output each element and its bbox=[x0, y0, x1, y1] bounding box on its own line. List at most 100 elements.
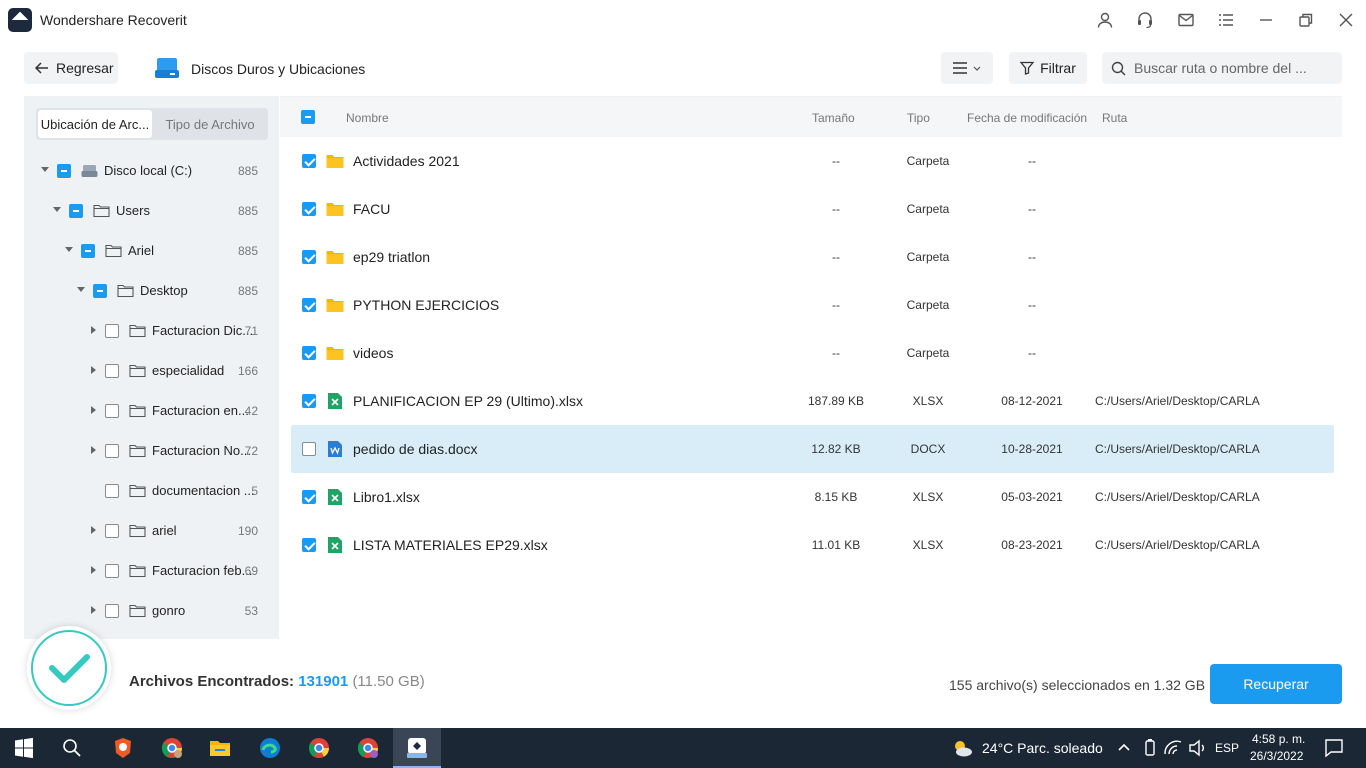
column-header-date[interactable]: Fecha de modificación bbox=[967, 111, 1087, 125]
folder-icon bbox=[326, 155, 344, 168]
tab-file-type[interactable]: Tipo de Archivo bbox=[154, 110, 266, 138]
row-checkbox[interactable] bbox=[302, 154, 316, 168]
tree-item-checkbox[interactable] bbox=[57, 164, 71, 178]
select-all-checkbox[interactable] bbox=[301, 110, 315, 124]
table-row[interactable]: PYTHON EJERCICIOS -- Carpeta -- bbox=[291, 281, 1334, 329]
tree-item-checkbox[interactable] bbox=[81, 244, 95, 258]
table-row[interactable]: PLANIFICACION EP 29 (Ultimo).xlsx 187.89 … bbox=[291, 377, 1334, 425]
chevron-up-icon[interactable] bbox=[1112, 736, 1136, 760]
row-checkbox[interactable] bbox=[302, 394, 316, 408]
tree-item[interactable]: Disco local (C:) 885 bbox=[24, 151, 279, 191]
chrome-profile-2-icon[interactable] bbox=[356, 736, 380, 760]
tree-item-checkbox[interactable] bbox=[93, 284, 107, 298]
chevron-right-icon[interactable] bbox=[91, 606, 96, 614]
view-menu-button[interactable] bbox=[941, 52, 993, 84]
tree-item[interactable]: Users 885 bbox=[24, 191, 279, 231]
search-icon[interactable] bbox=[60, 736, 84, 760]
tree-item-checkbox[interactable] bbox=[105, 524, 119, 538]
chevron-right-icon[interactable] bbox=[91, 526, 96, 534]
tree-item-checkbox[interactable] bbox=[105, 324, 119, 338]
tree-item[interactable]: Ariel 885 bbox=[24, 231, 279, 271]
tree-item[interactable]: ariel 190 bbox=[24, 511, 279, 551]
column-header-path[interactable]: Ruta bbox=[1102, 111, 1127, 125]
tree-item-checkbox[interactable] bbox=[105, 444, 119, 458]
back-button[interactable]: Regresar bbox=[24, 52, 118, 84]
file-explorer-icon[interactable] bbox=[208, 736, 232, 760]
folder-icon bbox=[129, 404, 146, 418]
minimize-icon[interactable] bbox=[1254, 8, 1278, 32]
restore-icon[interactable] bbox=[1294, 8, 1318, 32]
notification-icon[interactable] bbox=[1322, 736, 1346, 760]
chevron-right-icon[interactable] bbox=[91, 446, 96, 454]
tree-item-label: Facturacion Dic... bbox=[152, 323, 254, 338]
table-row[interactable]: Actividades 2021 -- Carpeta -- bbox=[291, 137, 1334, 185]
chrome-profile-icon[interactable] bbox=[160, 736, 184, 760]
row-checkbox[interactable] bbox=[302, 298, 316, 312]
filter-button[interactable]: Filtrar bbox=[1009, 52, 1087, 84]
column-header-size[interactable]: Tamaño bbox=[812, 111, 855, 125]
tree-item-checkbox[interactable] bbox=[105, 364, 119, 378]
tree-item[interactable]: documentacion ... 5 bbox=[24, 471, 279, 511]
chevron-right-icon[interactable] bbox=[91, 566, 96, 574]
menu-list-icon[interactable] bbox=[1214, 8, 1238, 32]
chrome-browser-icon[interactable] bbox=[307, 736, 331, 760]
column-header-name[interactable]: Nombre bbox=[346, 111, 389, 125]
folder-icon bbox=[105, 244, 122, 258]
search-input[interactable] bbox=[1134, 58, 1334, 78]
chevron-down-icon[interactable] bbox=[77, 287, 85, 292]
chevron-right-icon[interactable] bbox=[91, 406, 96, 414]
tree-item[interactable]: especialidad 166 bbox=[24, 351, 279, 391]
clock-time[interactable]: 4:58 p. m. bbox=[1252, 732, 1305, 746]
table-row[interactable]: Libro1.xlsx 8.15 KB XLSX 05-03-2021 C:/Users… bbox=[291, 473, 1334, 521]
weather-partly-sunny-icon[interactable] bbox=[950, 736, 974, 760]
tree-item[interactable]: gonro 53 bbox=[24, 591, 279, 631]
tree-item[interactable]: Facturacion Dic... 71 bbox=[24, 311, 279, 351]
chevron-down-icon[interactable] bbox=[41, 167, 49, 172]
table-row[interactable]: pedido de dias.docx 12.82 KB DOCX 10-28-202… bbox=[291, 425, 1334, 473]
table-row[interactable]: FACU -- Carpeta -- bbox=[291, 185, 1334, 233]
file-date: -- bbox=[1028, 154, 1036, 168]
chevron-down-icon[interactable] bbox=[65, 247, 73, 252]
column-header-type[interactable]: Tipo bbox=[907, 111, 930, 125]
row-checkbox[interactable] bbox=[302, 202, 316, 216]
taskbar-recoverit-active[interactable] bbox=[393, 728, 441, 768]
file-name: Libro1.xlsx bbox=[353, 489, 420, 505]
support-headset-icon[interactable] bbox=[1133, 8, 1157, 32]
table-row[interactable]: LISTA MATERIALES EP29.xlsx 11.01 KB XLSX 08… bbox=[291, 521, 1334, 569]
volume-icon[interactable] bbox=[1185, 736, 1209, 760]
table-row[interactable]: videos -- Carpeta -- bbox=[291, 329, 1334, 377]
battery-icon[interactable] bbox=[1138, 736, 1162, 760]
account-icon[interactable] bbox=[1093, 8, 1117, 32]
windows-start-icon[interactable] bbox=[12, 736, 36, 760]
row-checkbox[interactable] bbox=[302, 250, 316, 264]
chevron-down-icon[interactable] bbox=[53, 207, 61, 212]
tree-item[interactable]: Desktop 885 bbox=[24, 271, 279, 311]
language-indicator[interactable]: ESP bbox=[1215, 741, 1239, 755]
tree-item[interactable]: Facturacion feb... 69 bbox=[24, 551, 279, 591]
edge-browser-icon[interactable] bbox=[258, 736, 282, 760]
recover-button[interactable]: Recuperar bbox=[1210, 664, 1342, 704]
row-checkbox[interactable] bbox=[302, 442, 316, 456]
tab-file-location[interactable]: Ubicación de Arc... bbox=[38, 110, 152, 138]
chevron-right-icon[interactable] bbox=[91, 366, 96, 374]
table-row[interactable]: ep29 triatlon -- Carpeta -- bbox=[291, 233, 1334, 281]
tree-item-checkbox[interactable] bbox=[105, 564, 119, 578]
file-size: -- bbox=[832, 154, 840, 168]
weather-text[interactable]: 24°C Parc. soleado bbox=[982, 740, 1103, 756]
tree-item-checkbox[interactable] bbox=[105, 604, 119, 618]
row-checkbox[interactable] bbox=[302, 490, 316, 504]
search-icon bbox=[1111, 61, 1126, 76]
row-checkbox[interactable] bbox=[302, 346, 316, 360]
tree-item-checkbox[interactable] bbox=[105, 404, 119, 418]
clock-date[interactable]: 26/3/2022 bbox=[1250, 749, 1303, 763]
mail-icon[interactable] bbox=[1174, 8, 1198, 32]
wifi-icon[interactable] bbox=[1161, 736, 1185, 760]
tree-item[interactable]: Facturacion en... 42 bbox=[24, 391, 279, 431]
tree-item-checkbox[interactable] bbox=[69, 204, 83, 218]
close-icon[interactable] bbox=[1334, 8, 1358, 32]
tree-item-checkbox[interactable] bbox=[105, 484, 119, 498]
brave-browser-icon[interactable] bbox=[111, 736, 135, 760]
chevron-right-icon[interactable] bbox=[91, 326, 96, 334]
row-checkbox[interactable] bbox=[302, 538, 316, 552]
tree-item[interactable]: Facturacion No... 72 bbox=[24, 431, 279, 471]
